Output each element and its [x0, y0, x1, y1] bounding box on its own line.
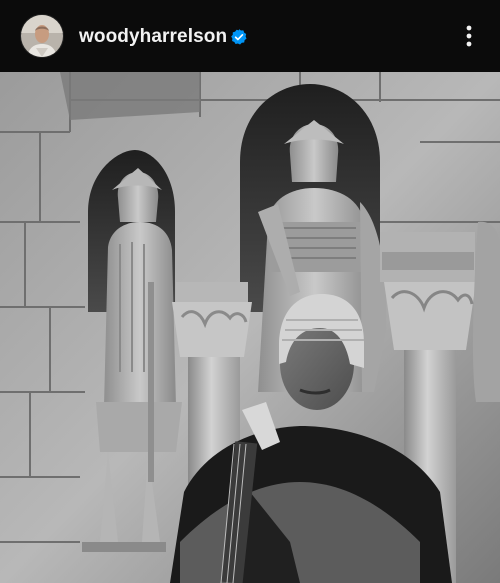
post-photo[interactable] — [0, 72, 500, 583]
more-options-vertical-icon — [466, 25, 472, 47]
username[interactable]: woodyharrelson — [79, 26, 227, 48]
avatar[interactable] — [21, 15, 63, 57]
post-header: woodyharrelson — [0, 0, 500, 72]
instagram-post: woodyharrelson — [0, 0, 500, 583]
verified-badge-icon — [231, 29, 247, 45]
more-options-button[interactable] — [455, 22, 483, 50]
